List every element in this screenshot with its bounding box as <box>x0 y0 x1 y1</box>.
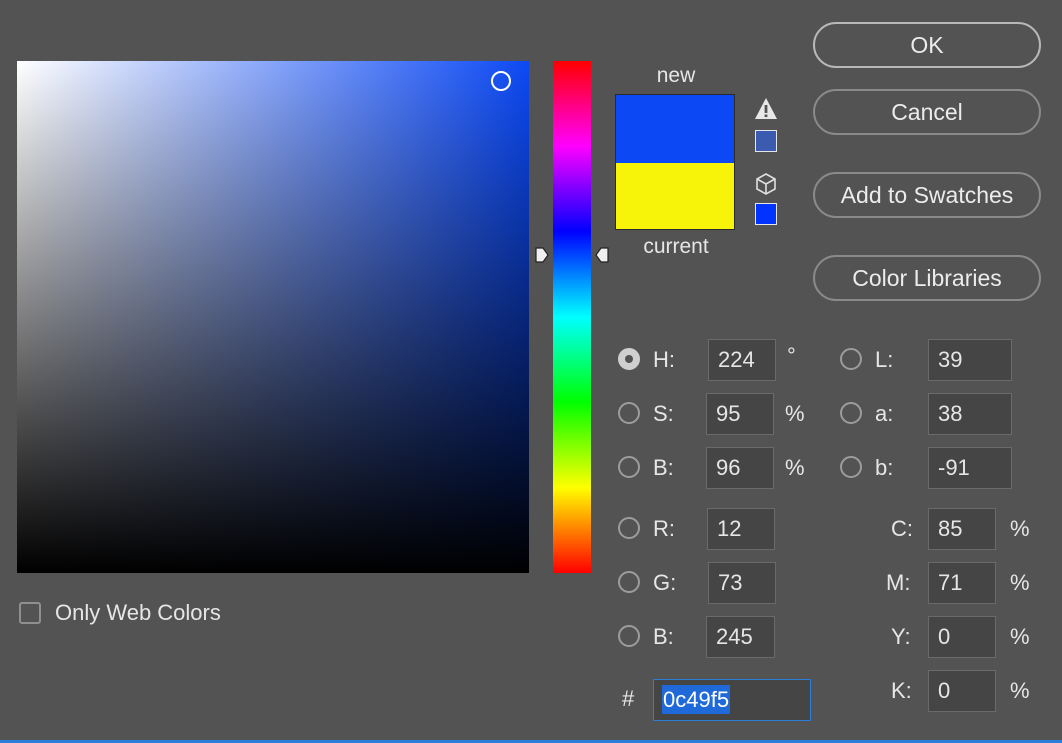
new-color-swatch <box>616 95 734 163</box>
web-safe-cube-icon[interactable] <box>754 172 778 196</box>
blue-radio[interactable] <box>618 625 640 647</box>
out-of-gamut-swatch[interactable] <box>755 130 777 152</box>
color-picker-circle[interactable] <box>491 71 511 91</box>
cancel-button[interactable]: Cancel <box>813 89 1041 135</box>
saturation-label: S: <box>653 401 674 426</box>
red-radio[interactable] <box>618 517 640 539</box>
lab-a-radio[interactable] <box>840 402 862 424</box>
only-web-colors-label[interactable]: Only Web Colors <box>55 600 221 626</box>
blue-label: B: <box>653 624 674 649</box>
brightness-unit: % <box>785 455 805 480</box>
magenta-unit: % <box>1010 570 1030 595</box>
hue-slider-left-arrow-icon[interactable] <box>535 247 549 263</box>
green-input[interactable]: 73 <box>708 562 776 604</box>
hue-slider-right-arrow-icon[interactable] <box>595 247 609 263</box>
lightness-radio[interactable] <box>840 348 862 370</box>
saturation-input[interactable]: 95 <box>706 393 774 435</box>
lab-b-input[interactable]: -91 <box>928 447 1012 489</box>
brightness-radio[interactable] <box>618 456 640 478</box>
hex-value: 0c49f5 <box>662 685 731 714</box>
lightness-input[interactable]: 39 <box>928 339 1012 381</box>
brightness-label: B: <box>653 455 674 480</box>
cyan-input[interactable]: 85 <box>928 508 996 550</box>
black-label: K: <box>891 678 912 703</box>
yellow-input[interactable]: 0 <box>928 616 996 658</box>
magenta-input[interactable]: 71 <box>928 562 996 604</box>
ok-button[interactable]: OK <box>813 22 1041 68</box>
green-label: G: <box>653 570 677 595</box>
new-color-label: new <box>656 64 696 87</box>
black-input[interactable]: 0 <box>928 670 996 712</box>
lab-b-radio[interactable] <box>840 456 862 478</box>
warning-triangle-icon[interactable] <box>754 97 778 121</box>
hue-radio[interactable] <box>618 348 640 370</box>
red-label: R: <box>653 516 675 541</box>
yellow-unit: % <box>1010 624 1030 649</box>
color-field[interactable] <box>17 61 529 573</box>
magenta-label: M: <box>886 570 911 595</box>
color-swatch-box <box>615 94 735 230</box>
hex-input[interactable]: 0c49f5 <box>653 679 811 721</box>
color-libraries-button[interactable]: Color Libraries <box>813 255 1041 301</box>
add-to-swatches-button[interactable]: Add to Swatches <box>813 172 1041 218</box>
saturation-unit: % <box>785 401 805 426</box>
current-color-label: current <box>643 235 709 258</box>
current-color-swatch[interactable] <box>616 163 734 229</box>
hue-unit: ° <box>787 343 796 368</box>
black-unit: % <box>1010 678 1030 703</box>
saturation-radio[interactable] <box>618 402 640 424</box>
yellow-label: Y: <box>891 624 911 649</box>
web-safe-swatch[interactable] <box>755 203 777 225</box>
lab-a-label: a: <box>875 401 894 426</box>
red-input[interactable]: 12 <box>707 508 775 550</box>
lab-b-label: b: <box>875 455 894 480</box>
cyan-label: C: <box>891 516 913 541</box>
hue-slider[interactable] <box>553 61 591 573</box>
hue-label: H: <box>653 347 675 372</box>
lightness-label: L: <box>875 347 894 372</box>
color-picker-dialog: new current OK Cancel Add to Swatches Co… <box>0 0 1062 743</box>
brightness-input[interactable]: 96 <box>706 447 774 489</box>
cyan-unit: % <box>1010 516 1030 541</box>
only-web-colors-checkbox[interactable] <box>19 602 41 624</box>
green-radio[interactable] <box>618 571 640 593</box>
hue-input[interactable]: 224 <box>708 339 776 381</box>
lab-a-input[interactable]: 38 <box>928 393 1012 435</box>
blue-input[interactable]: 245 <box>706 616 775 658</box>
hex-label: # <box>622 686 635 711</box>
